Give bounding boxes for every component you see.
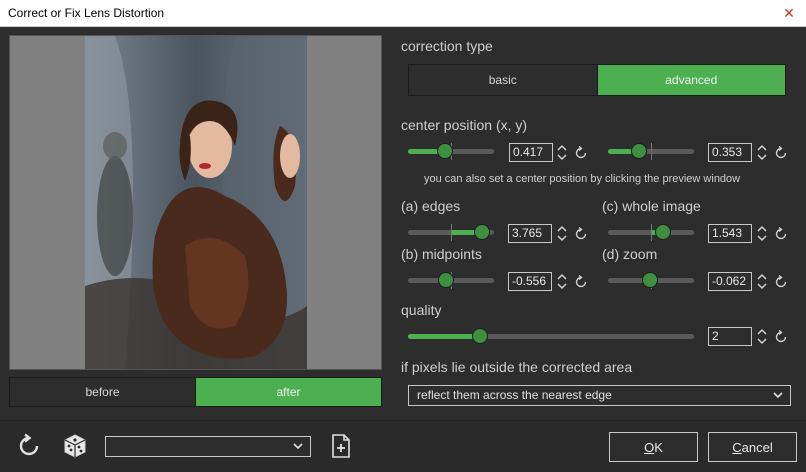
edges-slider-thumb[interactable] bbox=[474, 224, 490, 240]
zoom-label: (d) zoom bbox=[602, 246, 658, 262]
edges-spinner-icon[interactable] bbox=[556, 224, 568, 243]
center-x-spinner-icon[interactable] bbox=[556, 143, 568, 162]
add-preset-icon[interactable] bbox=[331, 434, 351, 458]
quality-spinner-icon[interactable] bbox=[756, 327, 768, 346]
whole-image-label: (c) whole image bbox=[602, 198, 701, 214]
correction-type-label: correction type bbox=[401, 38, 493, 54]
chevron-down-icon bbox=[773, 392, 783, 399]
preview-image bbox=[85, 36, 307, 369]
zoom-slider-thumb[interactable] bbox=[642, 272, 658, 288]
dice-icon[interactable] bbox=[62, 433, 88, 459]
quality-slider[interactable] bbox=[408, 328, 694, 344]
zoom-spinner-icon[interactable] bbox=[756, 272, 768, 291]
preset-chevron-down-icon bbox=[293, 443, 303, 450]
title-bar: Correct or Fix Lens Distortion ✕ bbox=[0, 0, 806, 27]
edges-input[interactable]: 3.765 bbox=[508, 224, 552, 243]
ok-button-accelerator: O bbox=[644, 439, 655, 455]
midpoints-spinner-icon[interactable] bbox=[556, 272, 568, 291]
center-y-slider[interactable] bbox=[608, 143, 694, 160]
center-x-slider-thumb[interactable] bbox=[437, 143, 453, 159]
outside-pixels-label: if pixels lie outside the corrected area bbox=[401, 359, 633, 375]
midpoints-label: (b) midpoints bbox=[401, 246, 482, 262]
midpoints-input[interactable]: -0.556 bbox=[508, 272, 552, 291]
center-y-reset-icon[interactable] bbox=[774, 146, 788, 160]
edges-slider[interactable] bbox=[408, 224, 494, 241]
center-y-spinner-icon[interactable] bbox=[756, 143, 768, 162]
preview-photo-graphic bbox=[85, 36, 307, 369]
window-title: Correct or Fix Lens Distortion bbox=[8, 6, 165, 20]
center-position-hint: you can also set a center position by cl… bbox=[424, 173, 741, 185]
correction-type-toggle: basic advanced bbox=[408, 64, 786, 96]
before-tab[interactable]: before bbox=[10, 378, 195, 406]
quality-reset-icon[interactable] bbox=[774, 330, 788, 344]
midpoints-reset-icon[interactable] bbox=[574, 275, 588, 289]
center-x-slider[interactable] bbox=[408, 143, 494, 160]
zoom-input[interactable]: -0.062 bbox=[708, 272, 752, 291]
cancel-button-label: ancel bbox=[741, 439, 773, 455]
center-position-label: center position (x, y) bbox=[401, 117, 528, 133]
reset-all-icon[interactable] bbox=[16, 433, 42, 459]
quality-slider-thumb[interactable] bbox=[472, 328, 488, 344]
whole-image-slider[interactable] bbox=[608, 224, 694, 241]
close-icon[interactable]: ✕ bbox=[780, 4, 798, 22]
center-y-input[interactable]: 0.353 bbox=[708, 143, 752, 162]
preview-window[interactable] bbox=[9, 35, 382, 370]
zoom-slider[interactable] bbox=[608, 272, 694, 289]
center-x-input[interactable]: 0.417 bbox=[509, 143, 553, 162]
outside-pixels-selected: reflect them across the nearest edge bbox=[417, 388, 612, 402]
center-y-slider-thumb[interactable] bbox=[631, 143, 647, 159]
midpoints-slider[interactable] bbox=[408, 272, 494, 289]
zoom-reset-icon[interactable] bbox=[774, 275, 788, 289]
ok-button[interactable]: OK bbox=[609, 432, 698, 462]
outside-pixels-select[interactable]: reflect them across the nearest edge bbox=[408, 385, 791, 406]
quality-label: quality bbox=[401, 302, 442, 318]
edges-reset-icon[interactable] bbox=[574, 227, 588, 241]
whole-image-slider-thumb[interactable] bbox=[655, 224, 671, 240]
ok-button-label: K bbox=[654, 439, 663, 455]
cancel-button-accelerator: C bbox=[732, 439, 742, 455]
cancel-button[interactable]: Cancel bbox=[708, 432, 797, 462]
preset-select[interactable] bbox=[105, 436, 311, 457]
whole-image-reset-icon[interactable] bbox=[774, 227, 788, 241]
whole-image-input[interactable]: 1.543 bbox=[708, 224, 752, 243]
after-tab[interactable]: after bbox=[195, 378, 381, 406]
center-x-reset-icon[interactable] bbox=[574, 146, 588, 160]
whole-image-spinner-icon[interactable] bbox=[756, 224, 768, 243]
midpoints-slider-thumb[interactable] bbox=[438, 272, 454, 288]
basic-option[interactable]: basic bbox=[409, 65, 597, 95]
edges-label: (a) edges bbox=[401, 198, 461, 214]
before-after-toggle: before after bbox=[9, 377, 382, 407]
bottom-bar: OK Cancel bbox=[0, 420, 806, 472]
advanced-option[interactable]: advanced bbox=[596, 65, 785, 95]
quality-input[interactable]: 2 bbox=[708, 327, 752, 346]
